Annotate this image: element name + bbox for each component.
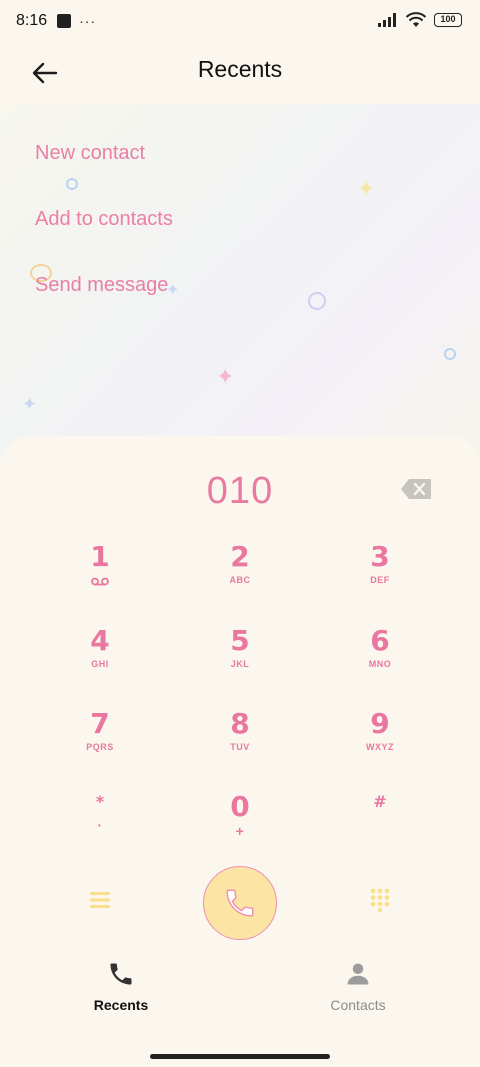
key-digit: * xyxy=(95,792,105,811)
key-digit: 3 xyxy=(370,540,390,573)
page-title: Recents xyxy=(197,56,283,82)
key-digit: 6 xyxy=(370,624,390,657)
key-6[interactable]: 6 MNO xyxy=(320,624,440,690)
key-0[interactable]: 0 + xyxy=(180,790,300,856)
person-icon xyxy=(347,963,369,985)
key-letters: ABC xyxy=(229,575,251,585)
sparkle-decoration: ✦ xyxy=(216,364,235,389)
phone-icon xyxy=(110,963,132,985)
key-letters: TUV xyxy=(230,742,250,752)
add-to-contacts-option[interactable]: Add to contacts xyxy=(35,208,173,231)
bubble-decoration xyxy=(66,178,78,190)
phone-icon xyxy=(226,889,254,917)
key-digit: 9 xyxy=(370,707,390,740)
header: Recents xyxy=(0,42,480,104)
wifi-icon xyxy=(406,12,426,27)
new-contact-option[interactable]: New contact xyxy=(35,142,145,165)
key-digit: 0 xyxy=(230,790,250,823)
key-digit: 4 xyxy=(90,624,110,657)
key-digit: 1 xyxy=(90,540,110,573)
key-2[interactable]: 2 ABC xyxy=(180,540,300,606)
nav-recents-label: Recents xyxy=(93,997,149,1013)
status-icons: 100 xyxy=(378,12,462,28)
key-letters: WXYZ xyxy=(366,742,394,752)
key-digit: 2 xyxy=(230,540,250,573)
send-message-option[interactable]: Send message xyxy=(35,274,168,297)
key-letters: + xyxy=(235,823,245,839)
key-8[interactable]: 8 TUV xyxy=(180,707,300,773)
sparkle-decoration: ✦ xyxy=(22,394,38,414)
status-time: 8:16 xyxy=(16,12,48,29)
key-hash[interactable]: # xyxy=(320,792,440,858)
bubble-decoration xyxy=(444,348,456,360)
menu-icon[interactable] xyxy=(89,890,111,910)
key-digit: 5 xyxy=(230,624,250,657)
voicemail-icon xyxy=(91,577,109,586)
key-digit: 7 xyxy=(90,707,110,740)
signal-icon xyxy=(378,13,396,27)
key-letters: PQRS xyxy=(86,742,114,752)
nav-recents[interactable]: Recents xyxy=(51,960,191,1013)
key-digit: # xyxy=(373,792,387,811)
backspace-icon[interactable] xyxy=(400,478,432,500)
battery-icon: 100 xyxy=(434,13,462,27)
home-indicator[interactable] xyxy=(150,1054,330,1059)
key-letters: JKL xyxy=(230,659,250,669)
sparkle-decoration: ✦ xyxy=(357,176,376,201)
key-digit: 8 xyxy=(230,707,250,740)
key-3[interactable]: 3 DEF xyxy=(320,540,440,606)
more-notifications-icon: ··· xyxy=(79,13,97,29)
key-4[interactable]: 4 GHI xyxy=(40,624,160,690)
key-letters: DEF xyxy=(370,575,390,585)
nav-contacts-label: Contacts xyxy=(330,997,386,1013)
key-letters: GHI xyxy=(91,659,109,669)
key-9[interactable]: 9 WXYZ xyxy=(320,707,440,773)
key-7[interactable]: 7 PQRS xyxy=(40,707,160,773)
key-1[interactable]: 1 xyxy=(40,540,160,606)
key-star[interactable]: * · xyxy=(40,792,160,858)
key-5[interactable]: 5 JKL xyxy=(180,624,300,690)
bubble-decoration xyxy=(308,292,326,310)
key-letters: · xyxy=(97,817,103,833)
dialpad-icon[interactable] xyxy=(370,888,390,912)
nav-contacts[interactable]: Contacts xyxy=(288,960,428,1013)
status-bar: 8:16 ··· 100 xyxy=(0,0,480,42)
call-button[interactable] xyxy=(203,866,277,940)
key-letters: MNO xyxy=(368,659,392,669)
notification-icon xyxy=(57,14,72,28)
